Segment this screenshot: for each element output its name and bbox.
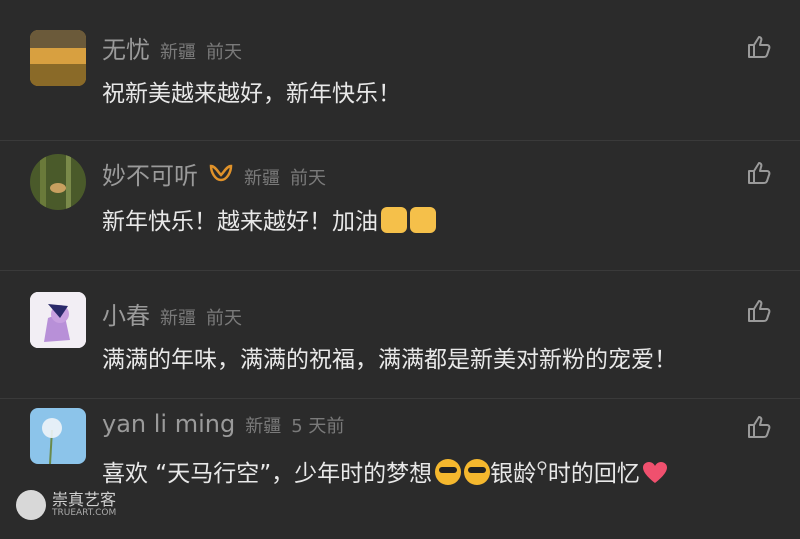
comment-item: yan li ming 新疆 5 天前 喜欢 “天马行空”，少年时的梦想 银龄⚲时… (0, 398, 800, 539)
comment-text-part: 时的回忆 (547, 461, 640, 487)
avatar[interactable] (30, 30, 86, 86)
watermark-title: 崇真艺客 (52, 490, 117, 509)
user-name[interactable]: yan li ming (102, 410, 235, 438)
thumbs-up-icon[interactable] (746, 34, 772, 60)
user-name[interactable]: 无忧 (102, 30, 150, 65)
search-icon: ⚲ (536, 458, 548, 477)
hashtag-link[interactable]: 银龄 (490, 461, 536, 487)
avatar[interactable] (30, 292, 86, 348)
timestamp: 前天 (206, 308, 242, 329)
sunglasses-emoji-icon (464, 459, 491, 485)
comment-text-body: 新年快乐！越来越好！加油 (102, 209, 378, 235)
user-name[interactable]: 小春 (102, 296, 150, 331)
comment-header: 小春 新疆 前天 (102, 296, 242, 330)
raised-fist-emoji-icon (410, 207, 436, 233)
location: 新疆 (160, 42, 196, 63)
comment-text: 祝新美越来越好，新年快乐！ (102, 81, 401, 107)
comment-text: 喜欢 “天马行空”，少年时的梦想 银龄⚲时的回忆 (102, 454, 668, 488)
location: 新疆 (245, 416, 282, 437)
comment-header: 妙不可听 新疆 前天 (102, 156, 326, 190)
watermark: 崇真艺客 TRUEART.COM (16, 490, 116, 520)
comment-item: 小春 新疆 前天 满满的年味，满满的祝福，满满都是新美对新粉的宠爱！ (0, 270, 800, 398)
timestamp: 5 天前 (291, 416, 345, 437)
comment-item: 妙不可听 新疆 前天 新年快乐！越来越好！加油 (0, 140, 800, 270)
sunglasses-emoji-icon (435, 459, 462, 485)
raised-fist-emoji-icon (381, 207, 407, 233)
comment-item: 无忧 新疆 前天 祝新美越来越好，新年快乐！ (0, 0, 800, 140)
comment-text: 新年快乐！越来越好！加油 (102, 202, 436, 236)
watermark-logo-icon (16, 490, 46, 520)
comment-text-part: 喜欢 “天马行空”，少年时的梦想 (102, 461, 433, 487)
heart-icon (642, 462, 667, 483)
timestamp: 前天 (206, 42, 242, 63)
comment-header: 无忧 新疆 前天 (102, 30, 242, 64)
avatar[interactable] (30, 154, 86, 210)
thumbs-up-icon[interactable] (746, 160, 772, 186)
location: 新疆 (244, 168, 280, 189)
location: 新疆 (160, 308, 196, 329)
thumbs-up-icon[interactable] (746, 298, 772, 324)
user-name[interactable]: 妙不可听 (102, 156, 198, 191)
timestamp: 前天 (290, 168, 326, 189)
comment-header: yan li ming 新疆 5 天前 (102, 410, 344, 444)
thumbs-up-icon[interactable] (746, 414, 772, 440)
avatar[interactable] (30, 408, 86, 464)
watermark-subtitle: TRUEART.COM (52, 508, 117, 518)
comment-text: 满满的年味，满满的祝福，满满都是新美对新粉的宠爱！ (102, 347, 677, 373)
gold-ribbon-icon (209, 164, 233, 182)
